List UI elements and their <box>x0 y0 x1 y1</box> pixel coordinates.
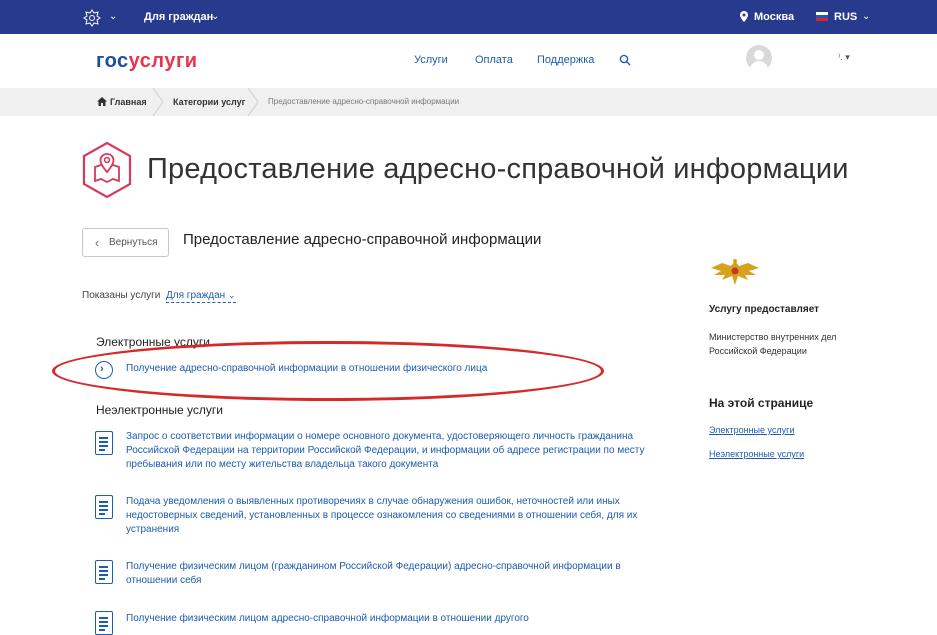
non-electronic-services-heading: Неэлектронные услуги <box>96 403 223 417</box>
filter-value: Для граждан <box>166 290 226 301</box>
chevron-down-icon[interactable]: ⌄ <box>109 11 117 22</box>
gosuslugi-logo[interactable]: госуслуги <box>96 50 198 73</box>
nav-support[interactable]: Поддержка <box>537 54 594 66</box>
chevron-down-icon[interactable]: ⌄ <box>862 11 870 22</box>
breadcrumb-categories[interactable]: Категории услуг <box>173 97 245 107</box>
logo-part-uslugi: услуги <box>128 50 198 72</box>
back-button[interactable]: ‹ Вернуться <box>82 228 169 257</box>
mvd-emblem-icon <box>711 259 759 285</box>
user-menu-label: ⁾. <box>838 52 843 62</box>
user-menu[interactable]: ⁾. ▾ <box>838 52 850 63</box>
filter-label: Показаны услуги <box>82 290 161 301</box>
breadcrumb-separator <box>247 88 259 116</box>
document-icon <box>95 495 113 519</box>
flag-icon <box>816 12 828 21</box>
breadcrumb: Главная Категории услуг Предоставление а… <box>0 88 937 116</box>
breadcrumb-home[interactable]: Главная <box>110 97 147 107</box>
document-icon <box>95 560 113 584</box>
filter-dropdown[interactable]: Для граждан ⌄ <box>166 290 236 303</box>
location-pin-icon <box>740 11 748 22</box>
nav-payment[interactable]: Оплата <box>475 54 513 66</box>
location-link[interactable]: Москва <box>754 11 794 23</box>
breadcrumb-current: Предоставление адресно-справочной информ… <box>268 97 460 106</box>
page-title: Предоставление адресно-справочной информ… <box>147 153 849 185</box>
language-switcher[interactable]: RUS <box>834 11 857 23</box>
on-page-heading: На этой странице <box>709 396 814 410</box>
annotation-oval <box>52 341 604 401</box>
section-title: Предоставление адресно-справочной информ… <box>183 231 542 248</box>
search-icon[interactable] <box>619 54 631 66</box>
logo-part-gos: гос <box>96 50 129 72</box>
site-header: госуслуги Услуги Оплата Поддержка <box>0 34 937 88</box>
chevron-down-icon: ⌄ <box>227 290 236 300</box>
breadcrumb-separator <box>152 88 164 116</box>
non-electronic-service-link[interactable]: Получение физическим лицом адресно-справ… <box>126 612 646 626</box>
chevron-left-icon: ‹ <box>95 236 99 250</box>
chevron-down-icon[interactable]: ⌄ <box>211 11 219 22</box>
top-bar: ⌄ Для граждан ⌄ Москва RUS ⌄ <box>0 0 937 34</box>
document-icon <box>95 431 113 455</box>
anchor-electronic-services[interactable]: Электронные услуги <box>709 425 794 435</box>
non-electronic-service-link[interactable]: Подача уведомления о выявленных противор… <box>126 495 646 537</box>
back-button-label: Вернуться <box>109 237 158 248</box>
provider-name: Министерство внутренних дел Российской Ф… <box>709 332 837 356</box>
provider-heading: Услугу предоставляет <box>709 304 820 315</box>
nav-services[interactable]: Услуги <box>414 54 448 66</box>
avatar[interactable] <box>746 45 772 71</box>
non-electronic-service-link[interactable]: Получение физическим лицом (гражданином … <box>126 560 646 588</box>
map-pin-service-icon <box>82 141 132 199</box>
document-icon <box>95 611 113 635</box>
anchor-non-electronic-services[interactable]: Неэлектронные услуги <box>709 449 804 459</box>
russia-emblem-icon[interactable] <box>82 8 102 28</box>
home-icon <box>97 97 107 106</box>
audience-switcher[interactable]: Для граждан <box>144 11 213 23</box>
non-electronic-service-link[interactable]: Запрос о соответствии информации о номер… <box>126 430 646 472</box>
